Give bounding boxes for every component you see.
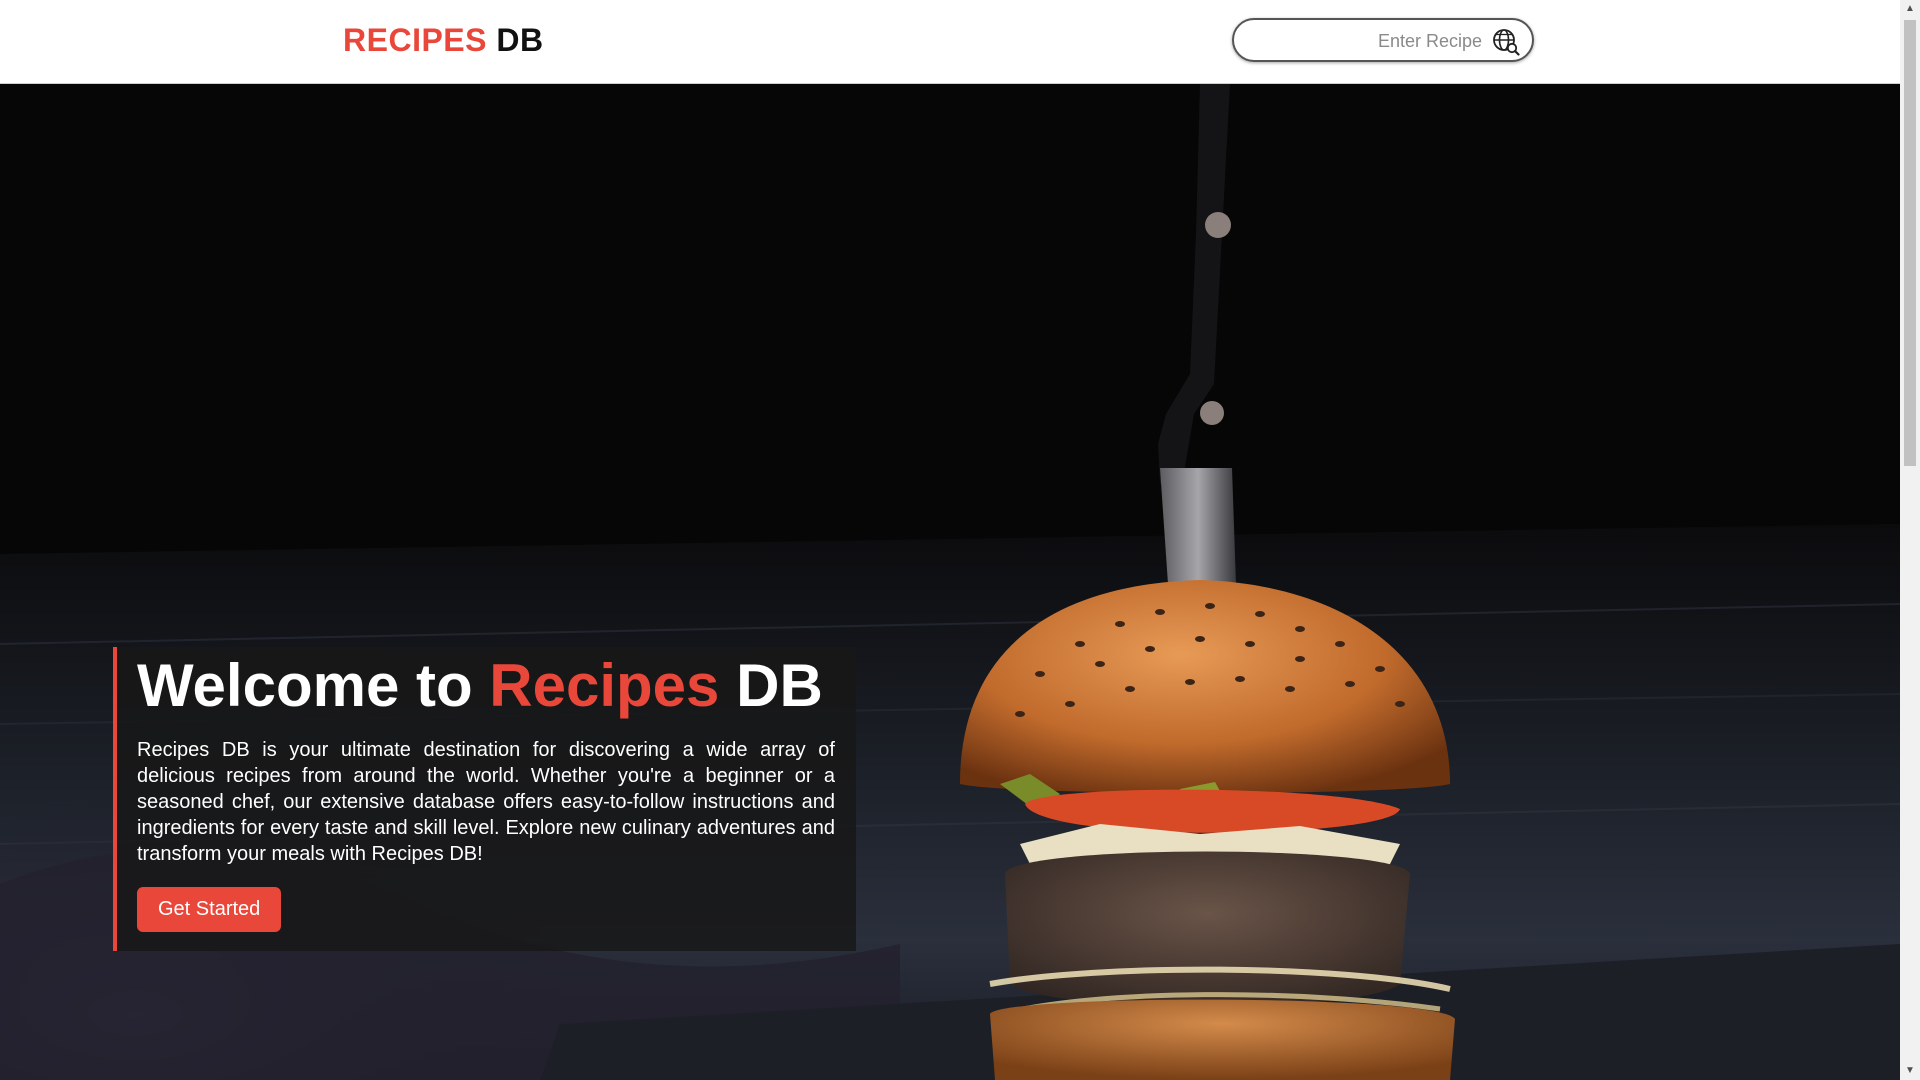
- hero-title: Welcome to Recipes DB: [137, 651, 823, 720]
- hero-description: Recipes DB is your ultimate destination …: [137, 739, 835, 865]
- welcome-card: Welcome to Recipes DB Recipes DB is your…: [113, 647, 856, 951]
- site-header: RECIPES DB: [0, 0, 1900, 84]
- scroll-down-arrow-icon[interactable]: ▼: [1900, 1062, 1920, 1080]
- get-started-button[interactable]: Get Started: [137, 887, 282, 932]
- logo-text-recipes: RECIPES: [343, 22, 487, 58]
- search-input[interactable]: [1248, 26, 1484, 56]
- logo-text-db: DB: [496, 22, 544, 58]
- scroll-up-arrow-icon[interactable]: ▲: [1900, 0, 1920, 18]
- page: RECIPES DB Enter Recipe Welcome to Recip…: [0, 0, 1920, 1080]
- search-box: [1232, 18, 1534, 62]
- site-logo[interactable]: RECIPES DB: [343, 22, 544, 59]
- hero-title-prefix: Welcome to: [137, 652, 490, 719]
- vertical-scrollbar[interactable]: ▲ ▼: [1900, 0, 1920, 1080]
- hero-title-suffix: DB: [719, 652, 823, 719]
- globe-search-icon[interactable]: [1492, 28, 1520, 56]
- hero-title-accent: Recipes: [489, 652, 720, 719]
- scrollbar-thumb[interactable]: [1904, 20, 1916, 466]
